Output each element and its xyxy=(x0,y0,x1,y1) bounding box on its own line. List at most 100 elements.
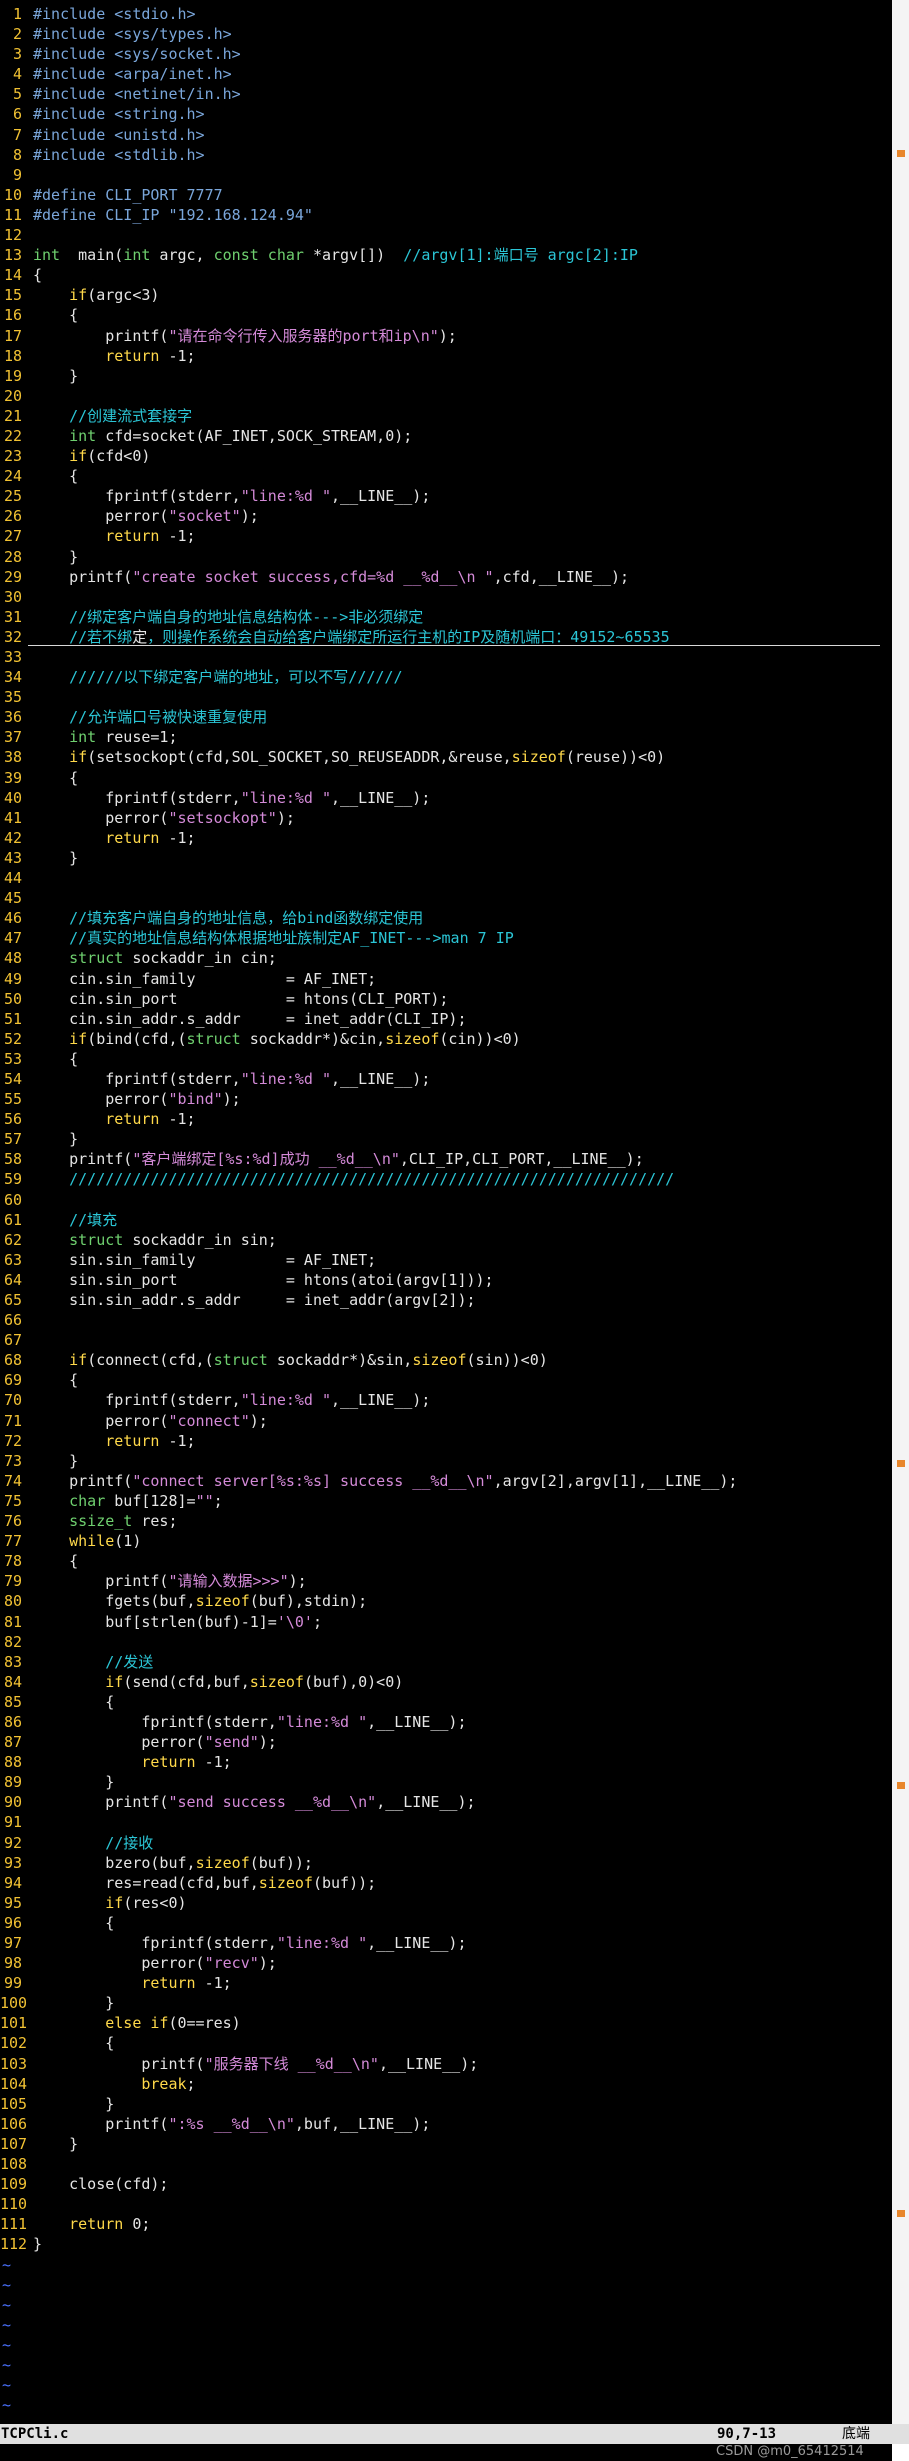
code-line[interactable]: 6 #include <string.h> xyxy=(0,104,892,124)
code-line[interactable]: 80 fgets(buf,sizeof(buf),stdin); xyxy=(0,1591,892,1611)
code-line[interactable]: 7 #include <unistd.h> xyxy=(0,125,892,145)
code-line[interactable]: 93 bzero(buf,sizeof(buf)); xyxy=(0,1853,892,1873)
code-line[interactable]: 52 if(bind(cfd,(struct sockaddr*)&cin,si… xyxy=(0,1029,892,1049)
code-line[interactable]: 60 xyxy=(0,1190,892,1210)
code-line[interactable]: 16 { xyxy=(0,305,892,325)
code-line[interactable]: 86 fprintf(stderr,"line:%d ",__LINE__); xyxy=(0,1712,892,1732)
code-line[interactable]: 19 } xyxy=(0,366,892,386)
code-line[interactable]: 28 } xyxy=(0,547,892,567)
code-line[interactable]: 66 xyxy=(0,1310,892,1330)
code-line[interactable]: 91 xyxy=(0,1812,892,1832)
code-line[interactable]: 100 } xyxy=(0,1993,892,2013)
code-line[interactable]: 35 xyxy=(0,687,892,707)
code-line[interactable]: 30 xyxy=(0,587,892,607)
code-line[interactable]: 63 sin.sin_family = AF_INET; xyxy=(0,1250,892,1270)
code-line[interactable]: 44 xyxy=(0,868,892,888)
code-line[interactable]: 17 printf("请在命令行传入服务器的port和ip\n"); xyxy=(0,326,892,346)
code-line[interactable]: 102 { xyxy=(0,2033,892,2053)
code-line[interactable]: 78 { xyxy=(0,1551,892,1571)
code-line[interactable]: 4 #include <arpa/inet.h> xyxy=(0,64,892,84)
code-line[interactable]: 18 return -1; xyxy=(0,346,892,366)
code-line[interactable]: 55 perror("bind"); xyxy=(0,1089,892,1109)
code-line[interactable]: 39 { xyxy=(0,768,892,788)
code-line[interactable]: 42 return -1; xyxy=(0,828,892,848)
code-line[interactable]: 22 int cfd=socket(AF_INET,SOCK_STREAM,0)… xyxy=(0,426,892,446)
code-line[interactable]: 107 } xyxy=(0,2134,892,2154)
code-line[interactable]: 106 printf(":%s __%d__\n",buf,__LINE__); xyxy=(0,2114,892,2134)
code-area[interactable]: 1 #include <stdio.h> 2 #include <sys/types.… xyxy=(0,4,892,2435)
code-line[interactable]: 87 perror("send"); xyxy=(0,1732,892,1752)
code-line[interactable]: 74 printf("connect server[%s:%s] success… xyxy=(0,1471,892,1491)
code-line[interactable]: 40 fprintf(stderr,"line:%d ",__LINE__); xyxy=(0,788,892,808)
code-line[interactable]: 98 perror("recv"); xyxy=(0,1953,892,1973)
code-line[interactable]: 58 printf("客户端绑定[%s:%d]成功 __%d__\n",CLI_… xyxy=(0,1149,892,1169)
code-line[interactable]: 81 buf[strlen(buf)-1]='\0'; xyxy=(0,1612,892,1632)
code-line[interactable]: 97 fprintf(stderr,"line:%d ",__LINE__); xyxy=(0,1933,892,1953)
code-line[interactable]: 103 printf("服务器下线 __%d__\n",__LINE__); xyxy=(0,2054,892,2074)
code-line[interactable]: 109 close(cfd); xyxy=(0,2174,892,2194)
code-line[interactable]: 49 cin.sin_family = AF_INET; xyxy=(0,969,892,989)
code-line[interactable]: 96 { xyxy=(0,1913,892,1933)
code-line[interactable]: 61 //填充 xyxy=(0,1210,892,1230)
code-line[interactable]: 104 break; xyxy=(0,2074,892,2094)
code-line[interactable]: 11 #define CLI_IP "192.168.124.94" xyxy=(0,205,892,225)
code-line[interactable]: 27 return -1; xyxy=(0,526,892,546)
code-line[interactable]: 99 return -1; xyxy=(0,1973,892,1993)
code-line[interactable]: 47 //真实的地址信息结构体根据地址族制定AF_INET--->man 7 I… xyxy=(0,928,892,948)
code-line[interactable]: 48 struct sockaddr_in cin; xyxy=(0,948,892,968)
code-line[interactable]: 64 sin.sin_port = htons(atoi(argv[1])); xyxy=(0,1270,892,1290)
code-line[interactable]: 89 } xyxy=(0,1772,892,1792)
code-line[interactable]: 31 //绑定客户端自身的地址信息结构体--->非必须绑定 xyxy=(0,607,892,627)
code-line[interactable]: 38 if(setsockopt(cfd,SOL_SOCKET,SO_REUSE… xyxy=(0,747,892,767)
code-line[interactable]: 12 xyxy=(0,225,892,245)
code-line[interactable]: 84 if(send(cfd,buf,sizeof(buf),0)<0) xyxy=(0,1672,892,1692)
code-line[interactable]: 36 //允许端口号被快速重复使用 xyxy=(0,707,892,727)
code-line[interactable]: 65 sin.sin_addr.s_addr = inet_addr(argv[… xyxy=(0,1290,892,1310)
vim-editor[interactable]: 1 #include <stdio.h> 2 #include <sys/types.… xyxy=(0,0,892,2461)
code-line[interactable]: 110 xyxy=(0,2194,892,2214)
code-line[interactable]: 94 res=read(cfd,buf,sizeof(buf)); xyxy=(0,1873,892,1893)
code-line[interactable]: 33 xyxy=(0,647,892,667)
code-line[interactable]: 15 if(argc<3) xyxy=(0,285,892,305)
code-line[interactable]: 112} xyxy=(0,2234,892,2254)
code-line[interactable]: 34 //////以下绑定客户端的地址，可以不写////// xyxy=(0,667,892,687)
code-line[interactable]: 43 } xyxy=(0,848,892,868)
code-line[interactable]: 75 char buf[128]=""; xyxy=(0,1491,892,1511)
code-line[interactable]: 72 return -1; xyxy=(0,1431,892,1451)
code-line[interactable]: 25 fprintf(stderr,"line:%d ",__LINE__); xyxy=(0,486,892,506)
code-line[interactable]: 77 while(1) xyxy=(0,1531,892,1551)
code-line[interactable]: 8 #include <stdlib.h> xyxy=(0,145,892,165)
code-line[interactable]: 108 xyxy=(0,2154,892,2174)
code-line[interactable]: 51 cin.sin_addr.s_addr = inet_addr(CLI_I… xyxy=(0,1009,892,1029)
code-line[interactable]: 29 printf("create socket success,cfd=%d … xyxy=(0,567,892,587)
code-line[interactable]: 67 xyxy=(0,1330,892,1350)
code-line[interactable]: 88 return -1; xyxy=(0,1752,892,1772)
code-line[interactable]: 13 int main(int argc, const char *argv[])… xyxy=(0,245,892,265)
code-line[interactable]: 62 struct sockaddr_in sin; xyxy=(0,1230,892,1250)
code-line[interactable]: 79 printf("请输入数据>>>"); xyxy=(0,1571,892,1591)
code-line[interactable]: 68 if(connect(cfd,(struct sockaddr*)&sin… xyxy=(0,1350,892,1370)
code-line[interactable]: 23 if(cfd<0) xyxy=(0,446,892,466)
code-line[interactable]: 90 printf("send success __%d__\n",__LINE… xyxy=(0,1792,892,1812)
code-line[interactable]: 14 { xyxy=(0,265,892,285)
code-line[interactable]: 50 cin.sin_port = htons(CLI_PORT); xyxy=(0,989,892,1009)
code-line[interactable]: 83 //发送 xyxy=(0,1652,892,1672)
code-line[interactable]: 10 #define CLI_PORT 7777 xyxy=(0,185,892,205)
code-line[interactable]: 76 ssize_t res; xyxy=(0,1511,892,1531)
code-line[interactable]: 105 } xyxy=(0,2094,892,2114)
code-line[interactable]: 85 { xyxy=(0,1692,892,1712)
code-line[interactable]: 3 #include <sys/socket.h> xyxy=(0,44,892,64)
code-line[interactable]: 1 #include <stdio.h> xyxy=(0,4,892,24)
code-line[interactable]: 45 xyxy=(0,888,892,908)
code-line[interactable]: 82 xyxy=(0,1632,892,1652)
code-line[interactable]: 69 { xyxy=(0,1370,892,1390)
code-line[interactable]: 56 return -1; xyxy=(0,1109,892,1129)
code-line[interactable]: 21 //创建流式套接字 xyxy=(0,406,892,426)
code-line[interactable]: 73 } xyxy=(0,1451,892,1471)
code-line[interactable]: 32 //若不绑定，则操作系统会自动给客户端绑定所运行主机的IP及随机端口：49… xyxy=(0,627,892,647)
code-line[interactable]: 54 fprintf(stderr,"line:%d ",__LINE__); xyxy=(0,1069,892,1089)
code-line[interactable]: 111 return 0; xyxy=(0,2214,892,2234)
code-line[interactable]: 2 #include <sys/types.h> xyxy=(0,24,892,44)
code-line[interactable]: 37 int reuse=1; xyxy=(0,727,892,747)
scrollbar[interactable] xyxy=(892,0,909,2424)
